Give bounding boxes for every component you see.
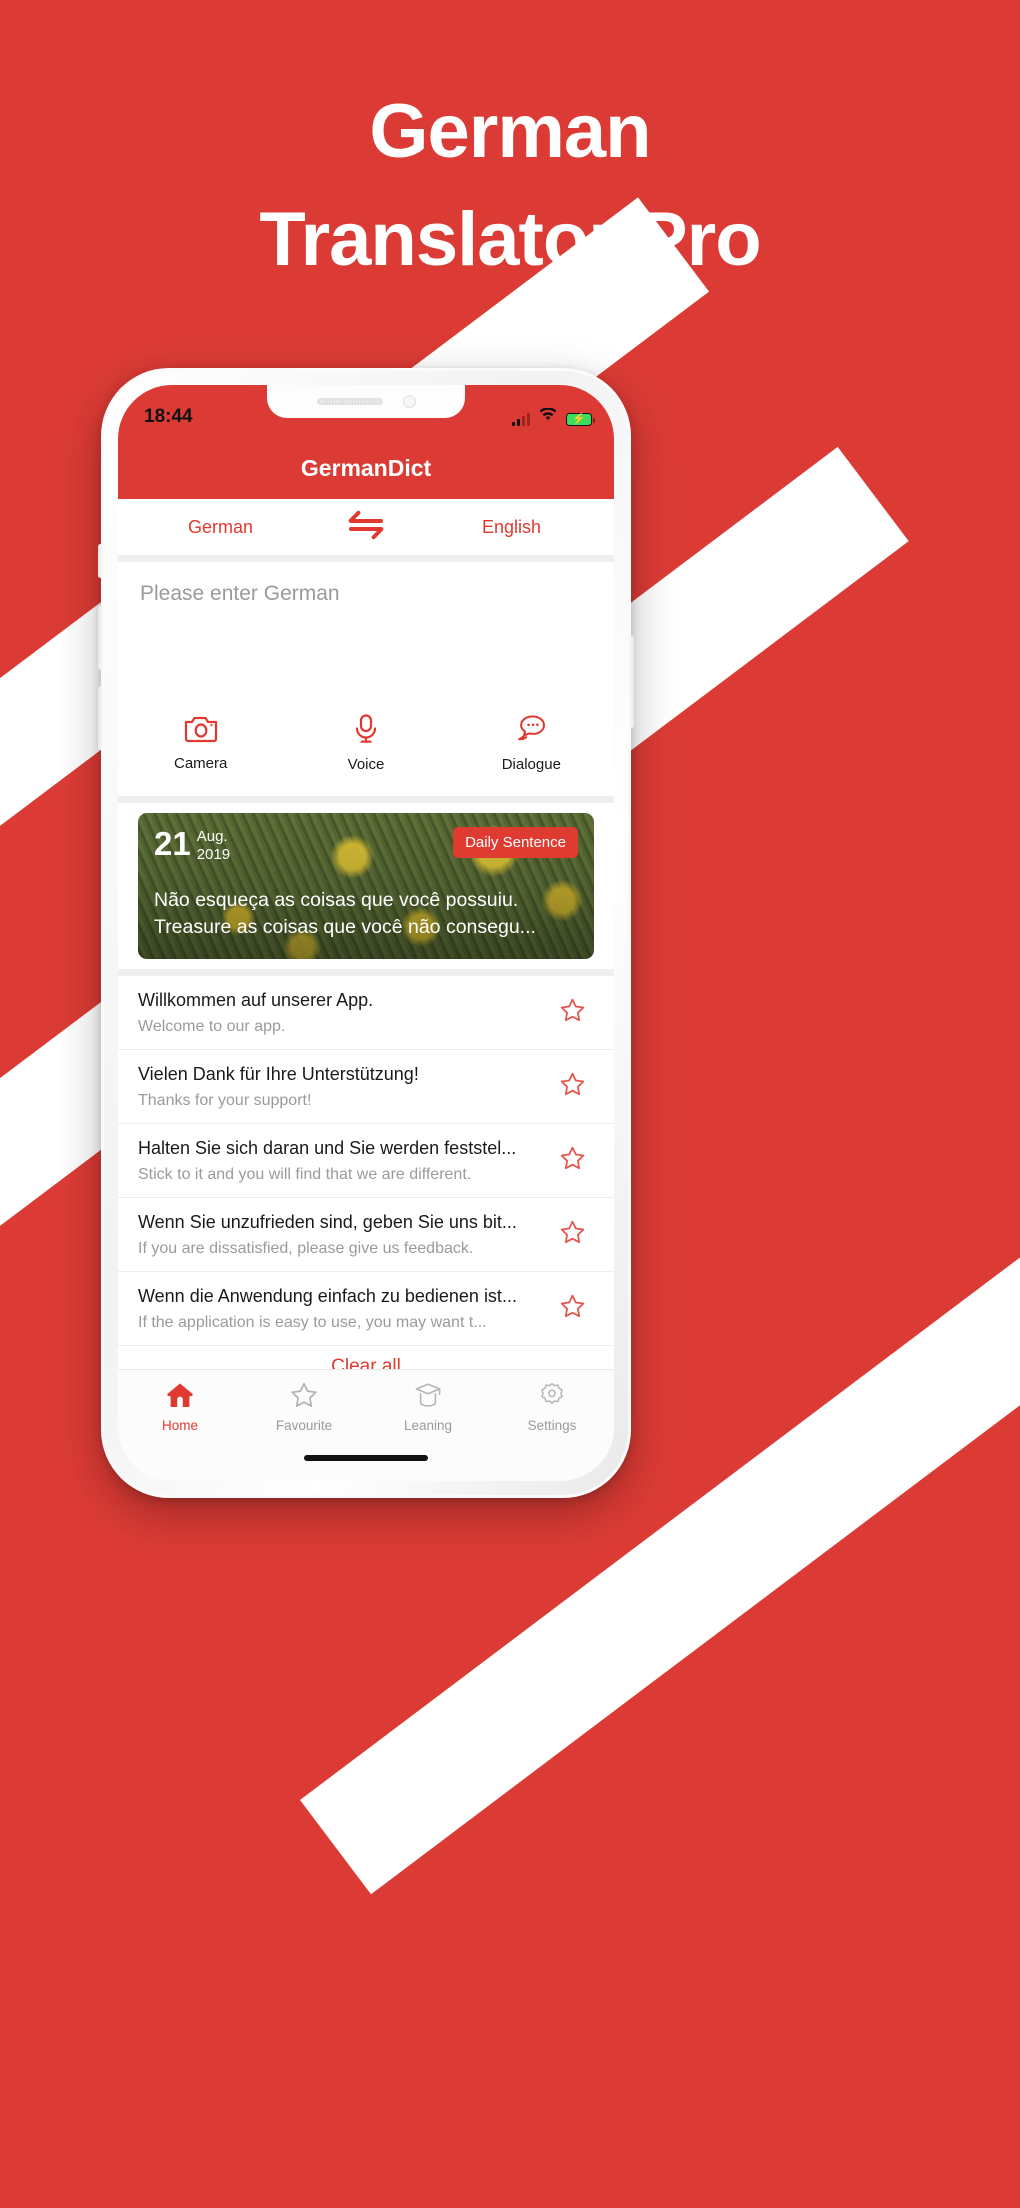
tab-settings-label: Settings <box>527 1418 577 1433</box>
mute-switch[interactable] <box>98 544 103 578</box>
phone-mockup: 18:44 ⚡ GermanDict German English Please… <box>98 368 634 1498</box>
daily-card-quote-line-1: Não esqueça as coisas que você possuiu. <box>154 889 519 911</box>
daily-sentence-card[interactable]: 21 Aug. 2019 Daily Sentence Não esqueça … <box>138 813 594 959</box>
target-language-selector[interactable]: English <box>409 517 614 538</box>
phone-screen: 18:44 ⚡ GermanDict German English Please… <box>118 385 614 1481</box>
volume-up-button[interactable] <box>98 606 103 670</box>
section-divider-top <box>118 555 614 562</box>
translation-input-area[interactable]: Please enter German <box>118 562 614 710</box>
front-camera-icon <box>402 395 416 408</box>
phrase-target: Thanks for your support! <box>138 1091 312 1109</box>
tab-leaning-label: Leaning <box>403 1418 453 1433</box>
phrase-source: Willkommen auf unserer App. <box>138 989 374 1010</box>
battery-charging-icon: ⚡ <box>566 413 596 426</box>
star-outline-icon <box>560 1294 585 1323</box>
favourite-star-button[interactable] <box>550 1220 594 1249</box>
star-outline-icon <box>560 1072 585 1101</box>
hero-title-line-2: Translator Pro <box>259 197 761 282</box>
signal-bars-icon <box>511 413 530 426</box>
favourite-star-button[interactable] <box>550 1146 594 1175</box>
favourite-star-button[interactable] <box>550 1294 594 1323</box>
dialogue-action-button[interactable]: Dialogue <box>449 714 614 773</box>
status-bar-icons: ⚡ <box>511 407 596 426</box>
star-outline-icon <box>560 998 585 1027</box>
section-divider-mid <box>118 796 614 803</box>
gear-icon <box>538 1382 566 1413</box>
daily-card-day: 21 <box>154 825 191 862</box>
status-bar-clock: 18:44 <box>144 406 193 427</box>
tab-leaning[interactable]: Leaning <box>366 1382 490 1433</box>
promo-screenshot: German Translator Pro 18:44 ⚡ GermanDict… <box>0 0 1020 2208</box>
table-row[interactable]: Wenn Sie unzufrieden sind, geben Sie uns… <box>118 1198 614 1272</box>
favourite-star-button[interactable] <box>550 998 594 1027</box>
hero-title: German Translator Pro <box>0 78 1020 294</box>
camera-action-button[interactable]: Camera <box>118 714 283 772</box>
microphone-icon <box>354 714 378 749</box>
phrase-source: Wenn Sie unzufrieden sind, geben Sie uns… <box>138 1211 517 1232</box>
daily-card-date: 21 Aug. 2019 <box>154 827 230 863</box>
table-row[interactable]: Vielen Dank für Ihre Unterstützung! Than… <box>118 1050 614 1124</box>
volume-down-button[interactable] <box>98 686 103 750</box>
status-bar: 18:44 ⚡ <box>118 385 614 437</box>
swap-languages-button[interactable] <box>323 510 409 545</box>
daily-card-quote-line-2: Treasure as coisas que você não consegu.… <box>154 916 536 938</box>
chat-bubbles-icon <box>515 714 547 749</box>
app-bar: GermanDict <box>118 437 614 499</box>
star-outline-icon <box>560 1220 585 1249</box>
bottom-tab-bar: Home Favourite Leaning Settings <box>118 1369 614 1481</box>
tab-favourite-label: Favourite <box>275 1418 333 1433</box>
wifi-icon <box>539 407 557 426</box>
daily-card-quote: Não esqueça as coisas que você possuiu. … <box>154 887 580 941</box>
phrase-target: If the application is easy to use, you m… <box>138 1313 487 1331</box>
table-row[interactable]: Halten Sie sich daran und Sie werden fes… <box>118 1124 614 1198</box>
daily-card-month: Aug. <box>196 828 228 845</box>
daily-sentence-badge: Daily Sentence <box>453 827 578 858</box>
quick-action-row: Camera Voice Dialogue <box>118 710 614 796</box>
daily-sentence-card-wrapper: 21 Aug. 2019 Daily Sentence Não esqueça … <box>118 803 614 969</box>
phrase-source: Wenn die Anwendung einfach zu bedienen i… <box>138 1285 517 1306</box>
tab-home[interactable]: Home <box>118 1382 242 1433</box>
star-icon <box>290 1382 318 1413</box>
app-title: GermanDict <box>300 454 432 481</box>
tab-settings[interactable]: Settings <box>490 1382 614 1433</box>
notch <box>267 385 465 418</box>
dialogue-action-label: Dialogue <box>501 756 561 773</box>
table-row[interactable]: Wenn die Anwendung einfach zu bedienen i… <box>118 1272 614 1346</box>
phrase-target: Welcome to our app. <box>138 1017 286 1035</box>
language-switch-row: German English <box>118 499 614 555</box>
favourite-star-button[interactable] <box>550 1072 594 1101</box>
daily-card-year: 2019 <box>196 846 231 863</box>
camera-icon <box>184 714 218 748</box>
graduation-cap-icon <box>414 1382 442 1413</box>
power-button[interactable] <box>629 636 634 728</box>
tab-favourite[interactable]: Favourite <box>242 1382 366 1433</box>
source-language-selector[interactable]: German <box>118 517 323 538</box>
voice-action-button[interactable]: Voice <box>283 714 448 773</box>
section-divider-bottom <box>118 969 614 976</box>
swap-arrows-icon <box>347 510 385 545</box>
phrase-source: Halten Sie sich daran und Sie werden fes… <box>138 1137 517 1158</box>
star-outline-icon <box>560 1146 585 1175</box>
earpiece-speaker-icon <box>316 398 383 405</box>
voice-action-label: Voice <box>347 756 385 773</box>
camera-action-label: Camera <box>173 755 228 772</box>
table-row[interactable]: Willkommen auf unserer App. Welcome to o… <box>118 976 614 1050</box>
phrase-target: If you are dissatisfied, please give us … <box>138 1239 474 1257</box>
phrase-source: Vielen Dank für Ihre Unterstützung! <box>138 1063 419 1084</box>
home-icon <box>166 1382 194 1413</box>
phrase-target: Stick to it and you will find that we ar… <box>138 1165 472 1183</box>
hero-title-line-1: German <box>369 89 651 174</box>
tab-home-label: Home <box>161 1418 198 1433</box>
home-indicator[interactable] <box>304 1455 428 1461</box>
translation-input[interactable]: Please enter German <box>140 582 592 606</box>
